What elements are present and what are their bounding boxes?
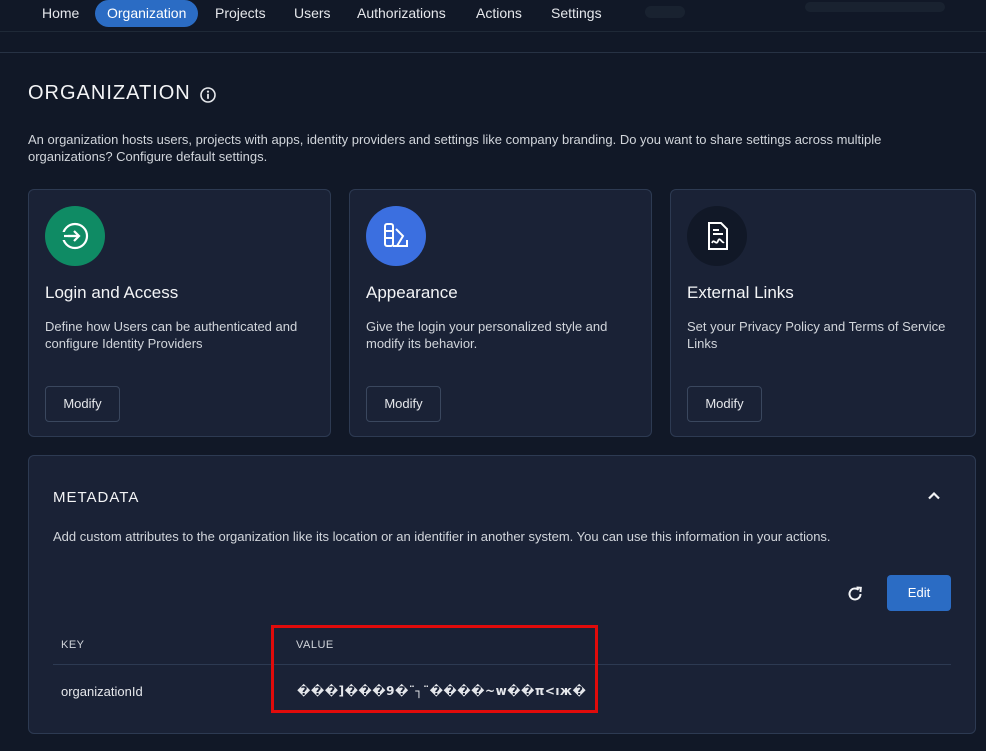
nav-users[interactable]: Users	[282, 0, 343, 27]
page-title: ORGANIZATION	[28, 82, 191, 104]
login-icon	[45, 206, 105, 266]
document-icon	[687, 206, 747, 266]
column-header-key: KEY	[61, 639, 85, 651]
edit-button[interactable]: Edit	[887, 575, 951, 611]
nav-authorizations[interactable]: Authorizations	[345, 0, 458, 27]
metadata-key-cell: organizationId	[61, 684, 143, 699]
card-login-and-access: Login and Access Define how Users can be…	[28, 189, 331, 437]
refresh-icon[interactable]	[845, 584, 865, 604]
nav-organization[interactable]: Organization	[95, 0, 199, 27]
card-external-links: External Links Set your Privacy Policy a…	[670, 189, 976, 437]
blurred-account-element	[805, 2, 945, 12]
blurred-nav-element	[645, 6, 685, 18]
metadata-description: Add custom attributes to the organizatio…	[53, 529, 831, 544]
card-title: External Links	[687, 283, 794, 302]
modify-external-links-button[interactable]: Modify	[687, 386, 762, 422]
card-description: Set your Privacy Policy and Terms of Ser…	[687, 319, 946, 351]
card-title: Appearance	[366, 283, 458, 302]
chevron-up-icon[interactable]	[926, 488, 942, 504]
card-description: Define how Users can be authenticated an…	[45, 319, 298, 351]
metadata-title: METADATA	[53, 489, 140, 506]
nav-projects[interactable]: Projects	[203, 0, 278, 27]
nav-actions[interactable]: Actions	[464, 0, 534, 27]
nav-divider	[0, 31, 986, 32]
palette-icon	[366, 206, 426, 266]
highlight-box	[271, 625, 598, 713]
top-navigation: Home Organization Projects Users Authori…	[0, 0, 986, 30]
header-divider	[0, 52, 986, 53]
modify-login-button[interactable]: Modify	[45, 386, 120, 422]
modify-appearance-button[interactable]: Modify	[366, 386, 441, 422]
card-appearance: Appearance Give the login your personali…	[349, 189, 652, 437]
info-icon[interactable]	[199, 86, 217, 104]
nav-settings[interactable]: Settings	[539, 0, 614, 27]
card-title: Login and Access	[45, 283, 179, 302]
nav-home[interactable]: Home	[30, 0, 91, 27]
page-description: An organization hosts users, projects wi…	[28, 132, 882, 164]
card-description: Give the login your personalized style a…	[366, 319, 608, 351]
